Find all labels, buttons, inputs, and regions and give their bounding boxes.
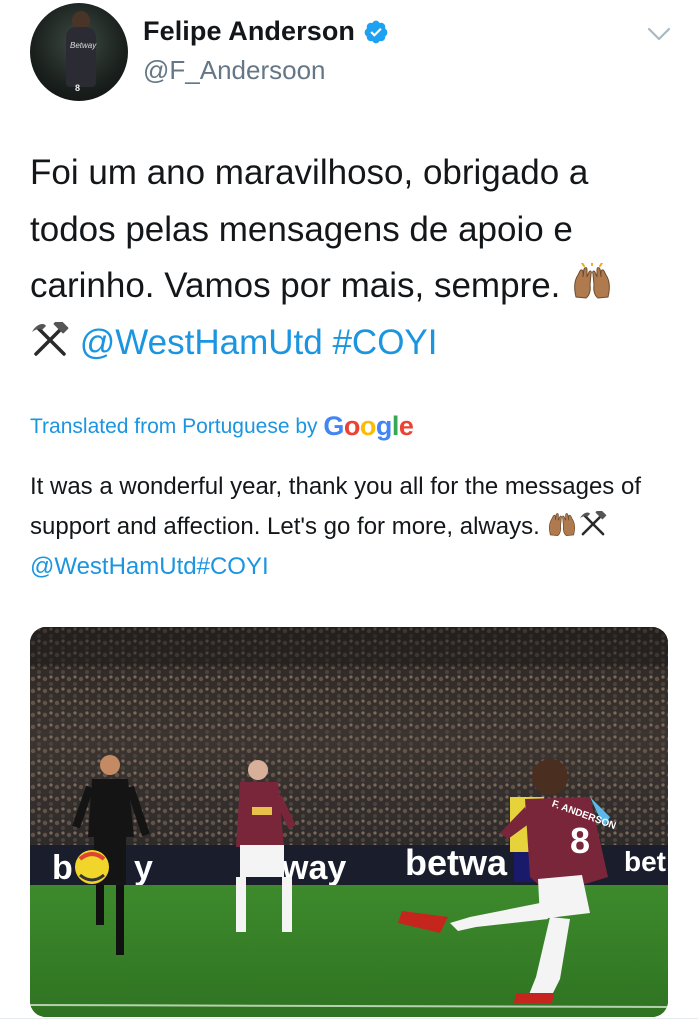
ball [75,850,109,884]
avatar[interactable]: Betway 8 [30,3,128,101]
tweet-line: Foi um ano maravilhoso, obrigado a [30,153,589,192]
board-text: b [52,849,73,887]
google-letter: g [375,411,393,441]
hashtag-link[interactable]: #COYI [197,553,269,580]
chevron-down-icon[interactable] [647,26,671,42]
hammer-pick-icon [32,321,69,356]
verified-badge-icon [364,20,388,44]
tweet-text: Foi um ano maravilhoso, obrigado a todos… [30,145,670,371]
handle[interactable]: @F_Andersoon [143,55,326,86]
tweet-line-text: carinho. Vamos por mais, sempre. [30,266,561,305]
google-logo: Google [323,411,414,441]
board-text: bet [624,846,666,877]
hammer-pick-icon [580,511,607,536]
translated-text: It was a wonderful year, thank you all f… [30,467,670,587]
raised-hands-icon [574,263,610,299]
translation-attribution[interactable]: Translated from Portuguese by Google [30,411,414,442]
mention-link[interactable]: @WestHamUtd [30,553,197,580]
tweet-line: @WestHamUtd #COYI [30,315,670,372]
display-name[interactable]: Felipe Anderson [143,16,355,47]
google-letter: o [343,411,361,441]
avatar-number: 8 [75,83,81,93]
jersey-number: 8 [570,820,590,861]
board-text: y [134,849,153,887]
raised-hands-icon [549,513,576,537]
google-letter: l [391,411,400,441]
mention-link[interactable]: @WestHamUtd [80,323,323,362]
board-text: betwa [405,842,508,883]
tweet-photo[interactable]: b y way betwa bet 8 F. ANDERSON [30,627,668,1017]
google-letter: o [359,411,377,441]
google-letter: e [398,411,414,441]
tweet-line: carinho. Vamos por mais, sempre. [30,258,670,315]
avatar-body [66,27,96,87]
translation-label: Translated from Portuguese by [30,415,318,438]
hashtag-link[interactable]: #COYI [332,323,437,362]
tweet-line: todos pelas mensagens de apoio e [30,209,573,249]
avatar-shirt-text: Betway [70,41,97,50]
google-letter: G [323,411,344,441]
match-photo: b y way betwa bet 8 F. ANDERSON [30,627,668,1017]
divider [0,1018,698,1019]
